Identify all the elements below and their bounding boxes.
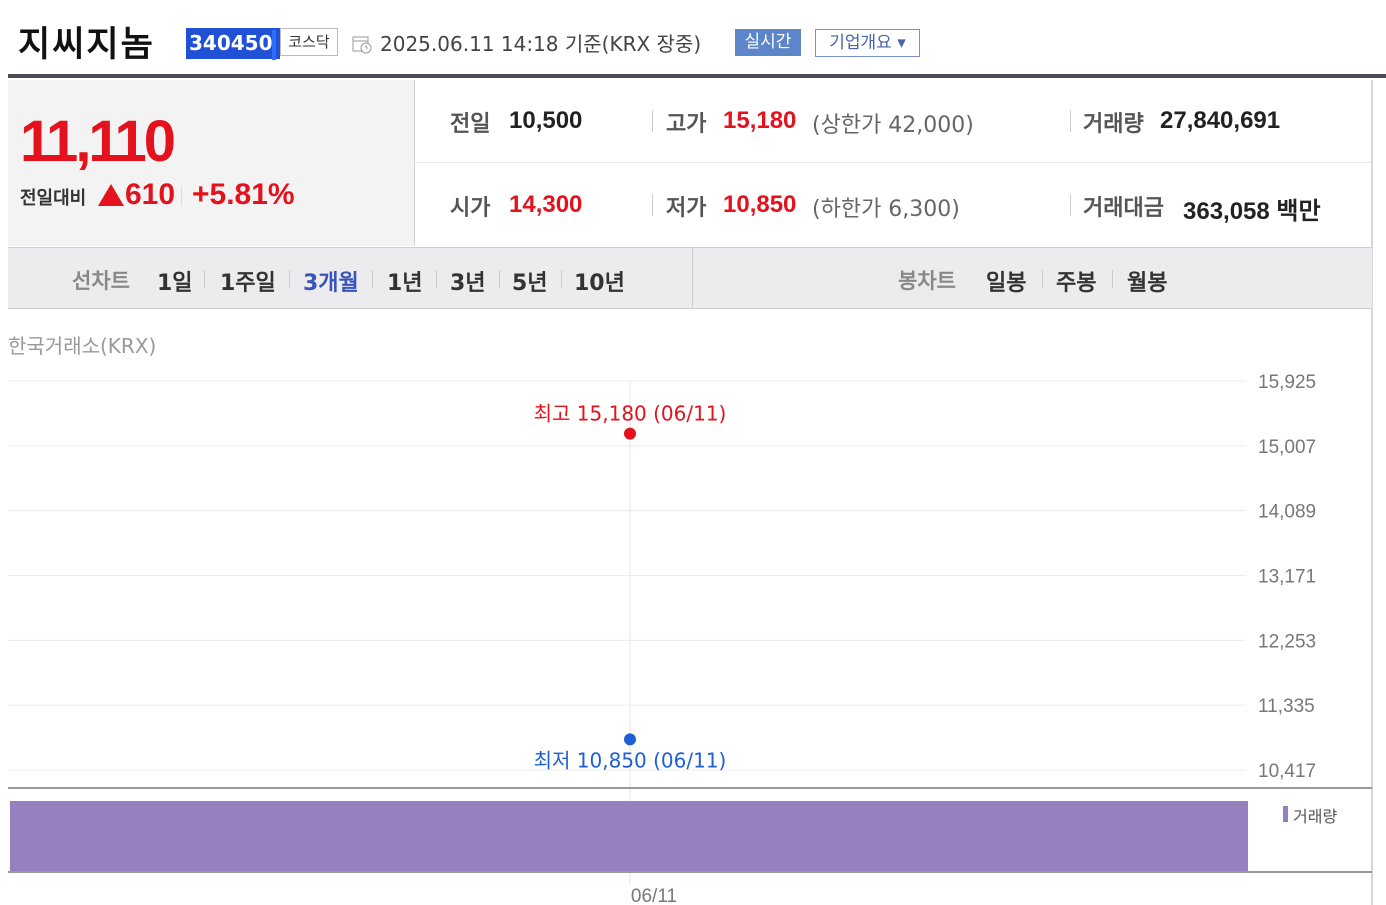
divider xyxy=(652,110,653,132)
company-name: 지씨지놈 xyxy=(18,25,155,65)
candle-monthly[interactable]: 월봉 xyxy=(1127,265,1167,297)
y-tick-label: 15,925 xyxy=(1258,372,1316,393)
divider xyxy=(499,270,500,288)
divider xyxy=(1112,270,1113,288)
line-chart-title: 선차트 xyxy=(72,269,130,293)
timestamp: 2025.06.11 14:18 기준(KRX 장중) xyxy=(380,32,702,56)
current-price: 11,110 xyxy=(20,109,176,174)
volume-bar xyxy=(10,801,1248,872)
divider xyxy=(561,270,562,288)
period-10y[interactable]: 10년 xyxy=(574,265,625,297)
high-point xyxy=(624,427,636,440)
candle-daily[interactable]: 일봉 xyxy=(986,265,1026,297)
realtime-button[interactable]: 실시간 xyxy=(735,29,801,56)
y-tick-label: 10,417 xyxy=(1258,761,1316,782)
prev-close-value: 10,500 xyxy=(509,107,583,134)
y-tick-label: 12,253 xyxy=(1258,631,1316,652)
change-label: 전일대비 xyxy=(20,188,87,209)
low-annotation: 최저 10,850 (06/11) xyxy=(534,748,727,772)
divider xyxy=(436,270,437,288)
lower-limit: (하한가 6,300) xyxy=(812,197,960,222)
period-1w[interactable]: 1주일 xyxy=(220,265,276,297)
text-cursor xyxy=(272,30,276,60)
divider xyxy=(372,270,373,288)
change-percent: +5.81% xyxy=(192,178,295,211)
change-value: 610 xyxy=(125,178,176,211)
low-value: 10,850 xyxy=(723,191,797,218)
market-badge: 코스닥 xyxy=(280,28,338,56)
amount-value: 363,058 백만 xyxy=(1183,198,1321,225)
volume-value: 27,840,691 xyxy=(1160,107,1281,134)
volume-legend: 거래량 xyxy=(1293,807,1338,826)
y-tick-label: 14,089 xyxy=(1258,502,1316,523)
period-1d[interactable]: 1일 xyxy=(157,265,193,297)
open-value: 14,300 xyxy=(509,191,583,218)
period-3y[interactable]: 3년 xyxy=(450,265,486,297)
header-divider xyxy=(8,74,1386,78)
open-label: 시가 xyxy=(450,196,491,221)
volume-legend-swatch xyxy=(1283,806,1288,822)
x-tick-label: 06/11 xyxy=(631,886,677,905)
calendar-icon xyxy=(352,36,372,54)
divider xyxy=(204,270,205,288)
divider xyxy=(652,194,653,216)
stock-code: 340450 xyxy=(186,28,280,59)
divider xyxy=(289,270,290,288)
y-tick-label: 15,007 xyxy=(1258,437,1316,458)
period-5y[interactable]: 5년 xyxy=(512,265,548,297)
candle-weekly[interactable]: 주봉 xyxy=(1056,265,1096,297)
y-tick-label: 11,335 xyxy=(1258,696,1315,717)
divider xyxy=(1070,194,1071,216)
high-annotation: 최고 15,180 (06/11) xyxy=(534,402,727,426)
candle-chart-title: 봉차트 xyxy=(898,269,956,293)
y-tick-label: 13,171 xyxy=(1258,567,1316,588)
row-divider xyxy=(415,162,1372,163)
period-1y[interactable]: 1년 xyxy=(387,265,423,297)
divider xyxy=(1042,270,1043,288)
prev-close-label: 전일 xyxy=(450,112,491,137)
volume-label: 거래량 xyxy=(1083,112,1144,137)
low-point xyxy=(624,733,636,746)
period-3m[interactable]: 3개월 xyxy=(303,265,359,297)
price-chart[interactable]: 15,925 15,007 14,089 13,171 12,253 11,335 10,4… xyxy=(0,360,1372,905)
divider xyxy=(181,186,182,206)
exchange-label: 한국거래소(KRX) xyxy=(8,334,157,358)
amount-label: 거래대금 xyxy=(1083,196,1164,221)
divider xyxy=(1070,110,1071,132)
up-arrow-icon xyxy=(98,184,124,206)
high-label: 고가 xyxy=(666,112,707,137)
low-label: 저가 xyxy=(666,196,707,221)
high-value: 15,180 xyxy=(723,107,797,134)
divider xyxy=(692,248,693,308)
company-info-dropdown[interactable]: 기업개요 ▾ xyxy=(815,29,920,57)
upper-limit: (상한가 42,000) xyxy=(812,113,974,138)
